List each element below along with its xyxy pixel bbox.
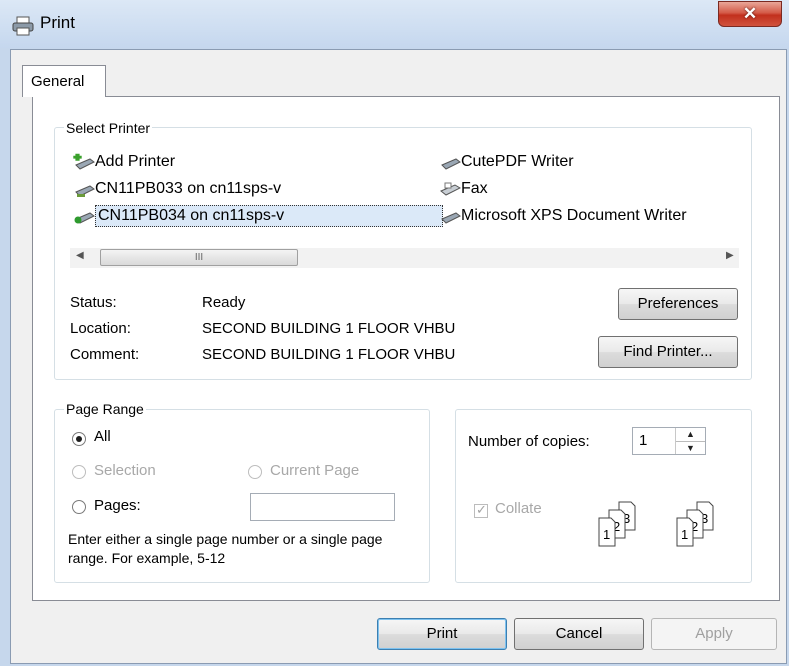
scrollbar-thumb[interactable]: III xyxy=(100,249,298,266)
collate-icon: 3 2 1 3 2 1 xyxy=(598,501,714,547)
printer-name: CN11PB034 on cn11sps-v xyxy=(95,205,443,227)
current-page-radio[interactable] xyxy=(248,465,262,479)
page-range-label: Page Range xyxy=(64,401,146,417)
pages-radio[interactable] xyxy=(72,500,86,514)
location-value: SECOND BUILDING 1 FLOOR VHBU xyxy=(202,320,456,337)
printer-icon xyxy=(12,16,34,36)
pages-label[interactable]: Pages: xyxy=(94,497,141,514)
scroll-thumb-grip: III xyxy=(194,252,204,263)
printer-icon xyxy=(441,158,461,170)
add-printer-icon xyxy=(73,153,95,170)
selection-radio[interactable] xyxy=(72,465,86,479)
current-page-label[interactable]: Current Page xyxy=(270,462,359,479)
printer-icon xyxy=(441,212,461,224)
svg-text:1: 1 xyxy=(681,527,688,542)
number-of-copies-label: Number of copies: xyxy=(468,433,590,450)
print-button[interactable]: Print xyxy=(377,618,507,650)
spin-down-icon[interactable]: ▼ xyxy=(676,441,705,455)
tab-general-label: General xyxy=(31,73,85,90)
collate-checkbox[interactable] xyxy=(474,502,488,518)
status-value: Ready xyxy=(202,294,246,311)
printer-name: Add Printer xyxy=(95,153,176,170)
default-network-printer-icon xyxy=(74,212,95,224)
comment-value: SECOND BUILDING 1 FLOOR VHBU xyxy=(202,346,456,363)
copies-spinner[interactable]: ▲ ▼ xyxy=(675,428,705,454)
status-label: Status: xyxy=(70,294,117,311)
tab-general[interactable]: General xyxy=(22,65,106,97)
collate-label[interactable]: Collate xyxy=(495,500,542,517)
svg-text:1: 1 xyxy=(603,527,610,542)
copies-value: 1 xyxy=(639,432,648,449)
network-printer-icon xyxy=(75,185,95,197)
find-printer-button[interactable]: Find Printer... xyxy=(598,336,738,368)
scroll-right-icon[interactable]: ▶ xyxy=(726,250,734,261)
close-button[interactable]: ✕ xyxy=(718,1,782,27)
printer-name: CutePDF Writer xyxy=(461,153,574,170)
select-printer-label: Select Printer xyxy=(64,120,153,136)
scroll-left-icon[interactable]: ◀ xyxy=(76,250,84,261)
page-range-hint: Enter either a single page number or a s… xyxy=(68,531,383,566)
fax-icon xyxy=(440,182,461,196)
print-dialog: Print ✕ General Select Printer Add Print… xyxy=(0,0,789,666)
all-radio[interactable] xyxy=(72,432,86,446)
comment-label: Comment: xyxy=(70,346,140,363)
title-bar[interactable]: Print ✕ xyxy=(0,0,789,48)
spin-up-icon[interactable]: ▲ xyxy=(676,428,705,441)
all-label[interactable]: All xyxy=(94,428,111,445)
pages-input[interactable] xyxy=(250,493,395,521)
location-label: Location: xyxy=(70,320,131,337)
printer-list-scrollbar[interactable]: ◀ III ▶ xyxy=(70,248,739,268)
printer-name: Microsoft XPS Document Writer xyxy=(461,207,687,224)
printer-name: CN11PB033 on cn11sps-v xyxy=(95,180,282,197)
printer-name: Fax xyxy=(461,180,488,197)
window-title: Print xyxy=(40,13,75,32)
apply-button[interactable]: Apply xyxy=(651,618,777,650)
cancel-button[interactable]: Cancel xyxy=(514,618,644,650)
close-icon: ✕ xyxy=(742,4,758,23)
printer-list[interactable]: Add Printer CN11PB033 on cn11sps-v CN11P… xyxy=(70,142,739,248)
preferences-button[interactable]: Preferences xyxy=(618,288,738,320)
selection-label[interactable]: Selection xyxy=(94,462,156,479)
